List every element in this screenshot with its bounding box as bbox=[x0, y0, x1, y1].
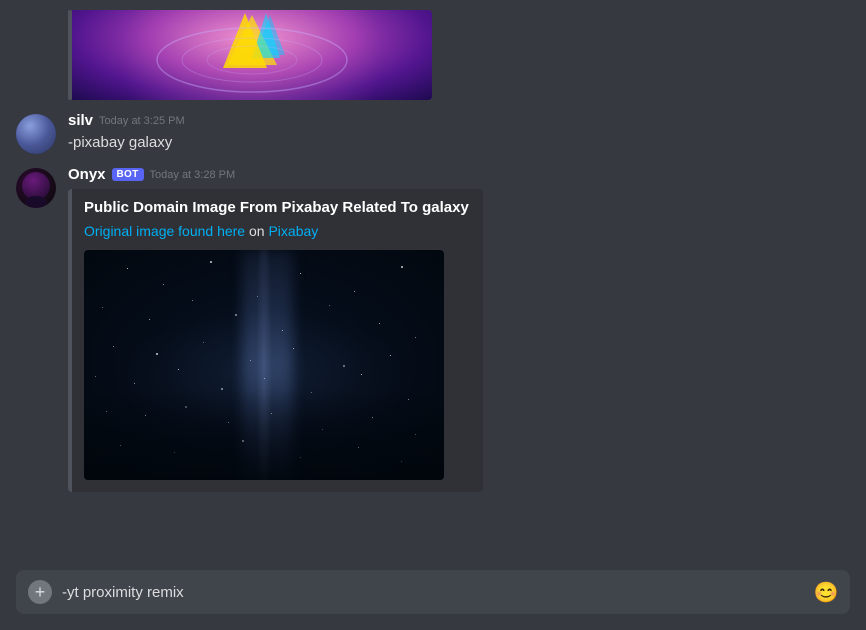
embed-desc: Original image found here on Pixabay bbox=[84, 222, 469, 242]
embed-content: Public Domain Image From Pixabay Related… bbox=[72, 189, 483, 492]
plus-icon: + bbox=[35, 583, 46, 601]
embed-mid-text: on bbox=[249, 223, 268, 239]
embed-title: Public Domain Image From Pixabay Related… bbox=[84, 199, 469, 216]
message-group-onyx: Onyx BOT Today at 3:28 PM Public Domain … bbox=[0, 162, 866, 496]
username-onyx: Onyx bbox=[68, 166, 106, 183]
avatar-silv bbox=[16, 114, 56, 154]
message-group-silv-image bbox=[0, 10, 866, 100]
message-header-onyx: Onyx BOT Today at 3:28 PM bbox=[68, 166, 850, 183]
timestamp-onyx: Today at 3:28 PM bbox=[150, 169, 236, 181]
timestamp-silv: Today at 3:25 PM bbox=[99, 115, 185, 127]
emoji-icon: 😊 bbox=[814, 580, 839, 605]
chat-area: silv Today at 3:25 PM -pixabay galaxy On… bbox=[0, 0, 866, 570]
text-input-area[interactable]: + 😊 bbox=[16, 570, 850, 614]
avatar-onyx bbox=[16, 168, 56, 208]
embed-container: Public Domain Image From Pixabay Related… bbox=[68, 189, 850, 492]
embed-image bbox=[84, 250, 444, 480]
galaxy-image bbox=[84, 250, 444, 480]
embed-link-original[interactable]: Original image found here bbox=[84, 223, 245, 239]
message-input[interactable] bbox=[62, 584, 804, 601]
add-button[interactable]: + bbox=[28, 580, 52, 604]
username-silv: silv bbox=[68, 112, 93, 129]
message-content-onyx: Onyx BOT Today at 3:28 PM Public Domain … bbox=[68, 166, 850, 492]
embed-link-pixabay[interactable]: Pixabay bbox=[268, 223, 318, 239]
emoji-button[interactable]: 😊 bbox=[814, 580, 838, 604]
bot-badge: BOT bbox=[112, 168, 144, 181]
message-text-silv: -pixabay galaxy bbox=[68, 133, 850, 154]
message-group-silv: silv Today at 3:25 PM -pixabay galaxy bbox=[0, 108, 866, 158]
message-content-silv: silv Today at 3:25 PM -pixabay galaxy bbox=[68, 112, 850, 154]
message-header-silv: silv Today at 3:25 PM bbox=[68, 112, 850, 129]
prev-galaxy-image bbox=[72, 10, 432, 100]
